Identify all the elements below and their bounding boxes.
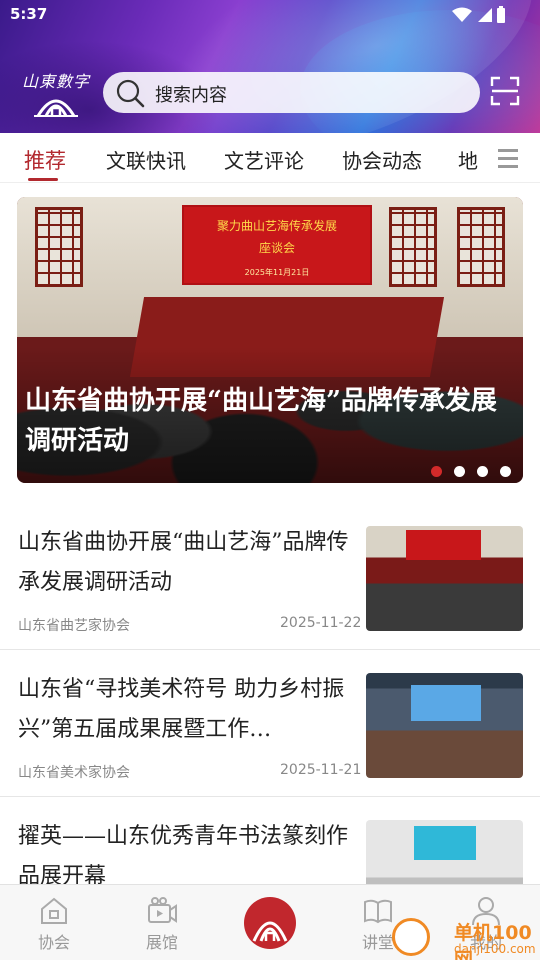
site-watermark: 单机100网 danji100.com <box>392 916 540 960</box>
carousel-dot[interactable] <box>500 466 511 477</box>
nav-exhibition[interactable]: 展馆 <box>108 885 216 960</box>
battery-icon <box>497 6 505 23</box>
featured-carousel[interactable]: 聚力曲山艺海传承发展 座谈会 2025年11月21日 山东省曲协开展“曲山艺海”… <box>17 197 523 483</box>
center-logo-icon[interactable] <box>244 897 296 949</box>
watermark-url: danji100.com <box>454 942 536 956</box>
news-list-item[interactable]: 山东省“寻找美术符号 助力乡村振兴”第五届成果展暨工作… 山东省美术家协会 20… <box>0 650 540 797</box>
news-thumbnail <box>366 673 523 778</box>
search-icon <box>116 79 145 108</box>
banner-screen: 聚力曲山艺海传承发展 座谈会 2025年11月21日 <box>182 205 372 285</box>
tab-art-review[interactable]: 文艺评论 <box>224 145 304 174</box>
news-date: 2025-11-22 <box>280 615 362 631</box>
tab-association-news[interactable]: 协会动态 <box>342 145 422 174</box>
search-bar[interactable]: 搜索内容 <box>103 72 480 113</box>
news-thumbnail <box>366 526 523 631</box>
header-banner: 5:37 山東數字 搜索内容 <box>0 0 540 133</box>
nav-label: 协会 <box>37 933 70 952</box>
news-title: 山东省曲协开展“曲山艺海”品牌传承发展调研活动 <box>18 530 349 595</box>
news-source: 山东省曲艺家协会 <box>18 618 130 634</box>
house-icon <box>41 897 67 924</box>
banner-title: 山东省曲协开展“曲山艺海”品牌传承发展调研活动 <box>25 386 497 456</box>
carousel-dot[interactable] <box>431 466 442 477</box>
status-bar: 5:37 <box>0 0 540 32</box>
search-placeholder: 搜索内容 <box>155 85 227 106</box>
menu-icon[interactable] <box>490 143 540 175</box>
nav-label: 展馆 <box>145 933 178 952</box>
news-list-item[interactable]: 山东省曲协开展“曲山艺海”品牌传承发展调研活动 山东省曲艺家协会 2025-11… <box>0 503 540 650</box>
tab-local[interactable]: 地 <box>458 145 478 174</box>
category-tabs: 推荐 文联快讯 文艺评论 协会动态 地 <box>0 133 540 183</box>
book-icon <box>364 899 392 924</box>
status-time: 5:37 <box>10 5 48 23</box>
carousel-indicator <box>431 466 511 477</box>
tab-recommend[interactable]: 推荐 <box>24 145 66 175</box>
logo-emblem-icon <box>34 99 78 117</box>
app-root: 5:37 山東數字 搜索内容 推荐 文联快讯 文艺评论 协会动态 地 聚力曲山艺… <box>0 0 540 960</box>
watermark-logo-icon <box>392 918 430 956</box>
nav-association[interactable]: 协会 <box>0 885 108 960</box>
app-logo: 山東數字 <box>18 68 94 118</box>
news-date: 2025-11-21 <box>280 762 362 778</box>
carousel-dot[interactable] <box>477 466 488 477</box>
active-tab-indicator <box>28 178 58 181</box>
signal-icon <box>478 8 492 22</box>
tab-news-flash[interactable]: 文联快讯 <box>106 145 186 174</box>
news-title: 山东省“寻找美术符号 助力乡村振兴”第五届成果展暨工作… <box>18 677 345 742</box>
scan-icon[interactable] <box>490 76 520 106</box>
video-camera-icon <box>148 897 177 923</box>
carousel-dot[interactable] <box>454 466 465 477</box>
news-source: 山东省美术家协会 <box>18 765 130 781</box>
wifi-icon <box>452 7 472 22</box>
